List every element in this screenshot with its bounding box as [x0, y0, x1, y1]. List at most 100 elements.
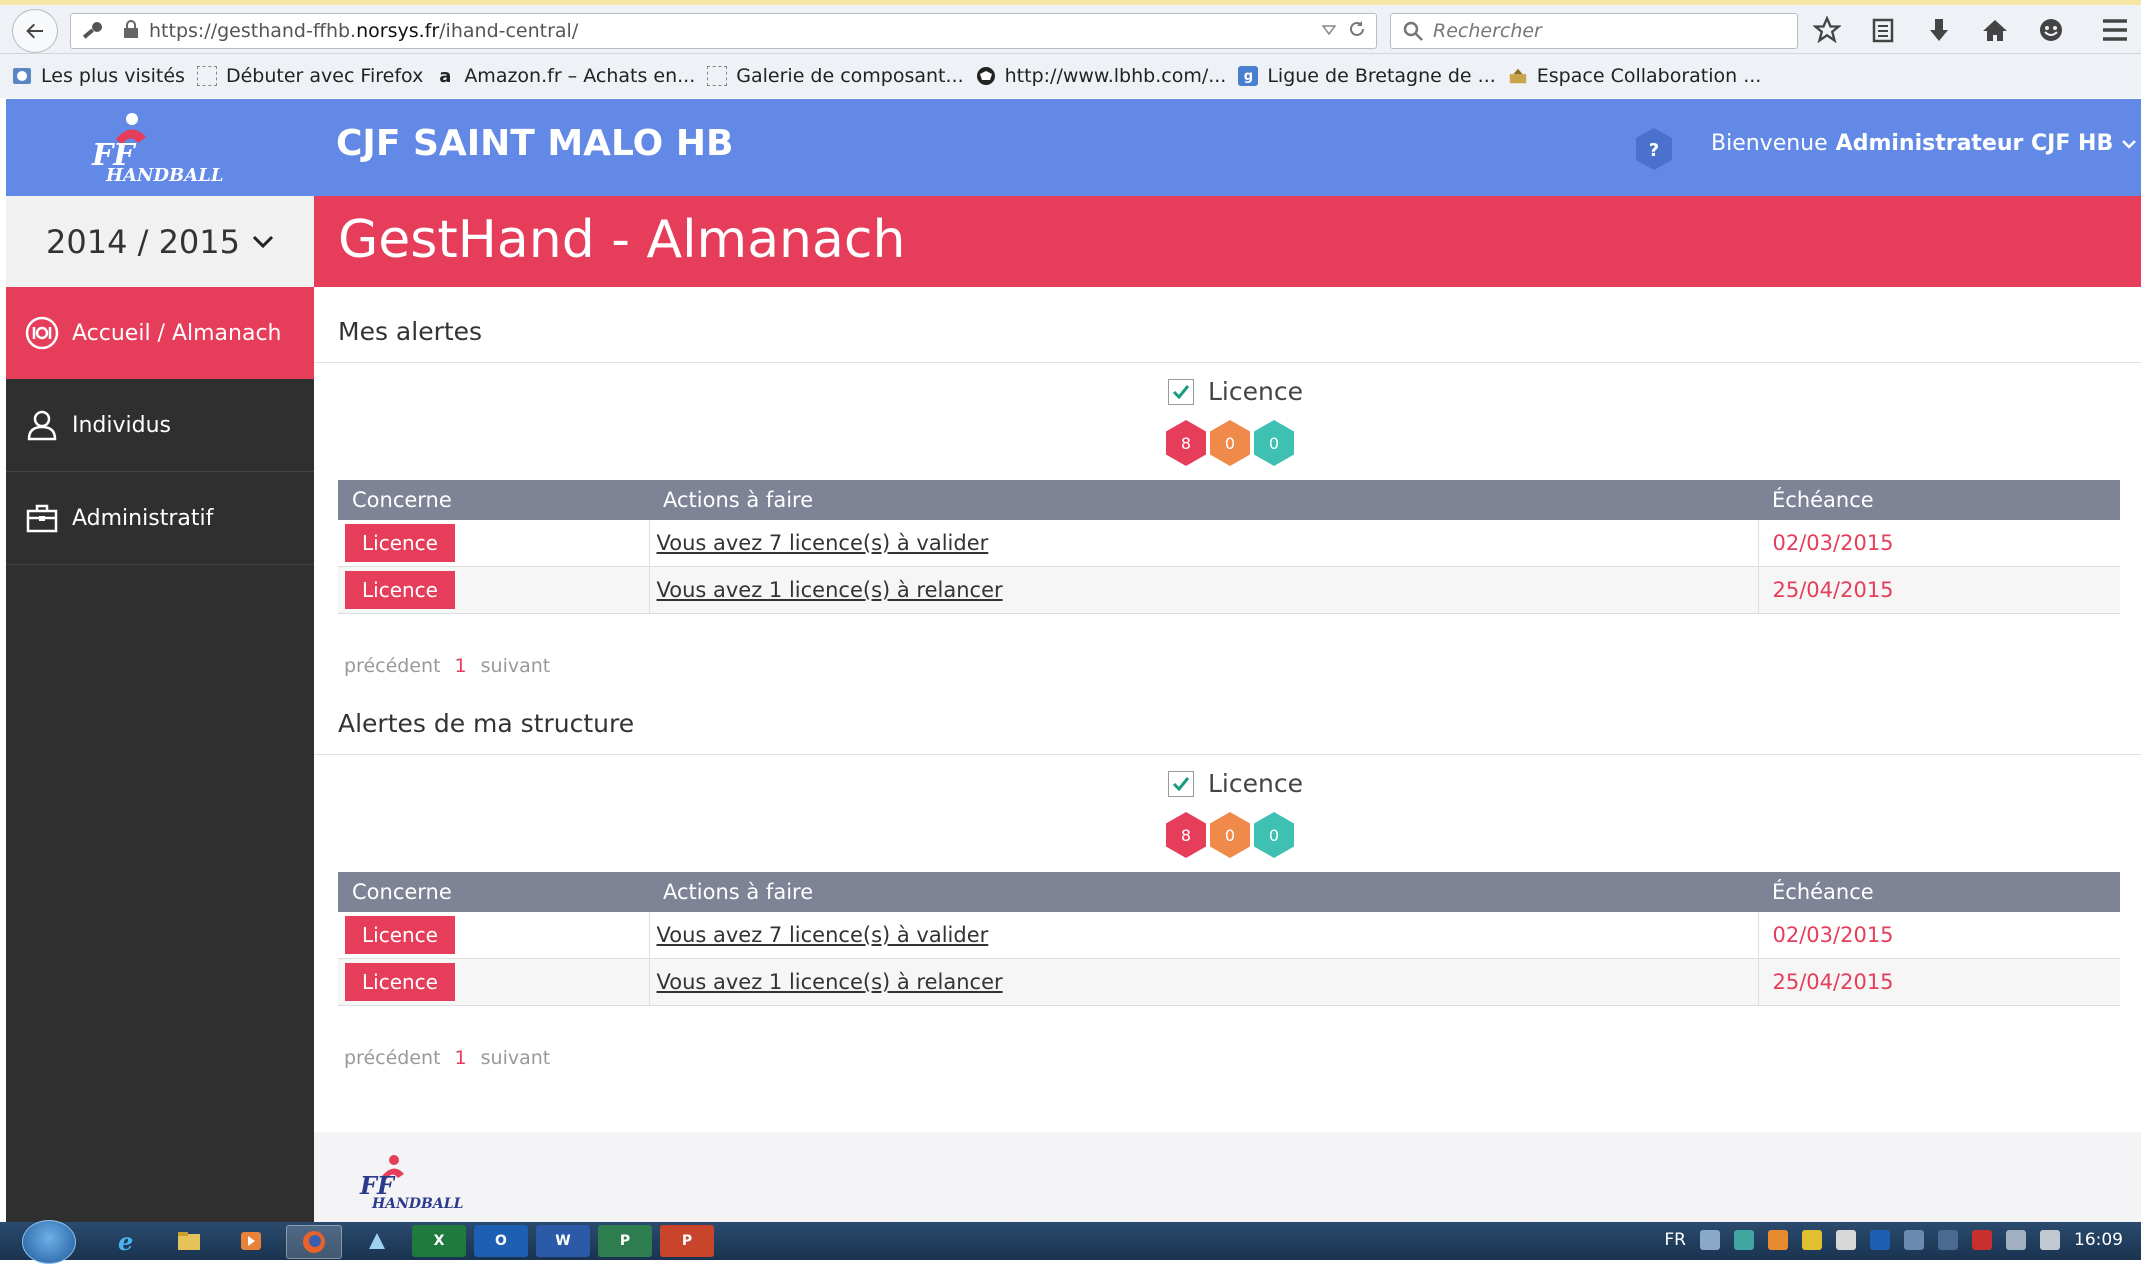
- word-icon[interactable]: W: [536, 1225, 590, 1257]
- season-selector[interactable]: 2014 / 2015: [6, 196, 314, 287]
- bookmark-label: Les plus visités: [41, 65, 185, 87]
- sidebar-item-administratif[interactable]: Administratif: [6, 472, 314, 565]
- bookmark-star-icon[interactable]: [1812, 15, 1842, 45]
- tray-icon[interactable]: [1768, 1230, 1788, 1250]
- outlook-icon[interactable]: O: [474, 1225, 528, 1257]
- concerne-badge[interactable]: Licence: [345, 916, 455, 954]
- checkbox[interactable]: [1168, 378, 1194, 405]
- back-button[interactable]: [12, 9, 58, 53]
- section-title: Mes alertes: [338, 317, 483, 346]
- project-icon[interactable]: P: [598, 1225, 652, 1257]
- sidebar-item-individus[interactable]: Individus: [6, 379, 314, 472]
- counters: 8 0 0: [1166, 812, 1294, 858]
- pagination: précédent 1 suivant: [344, 1047, 550, 1069]
- pager-next[interactable]: suivant: [481, 1047, 551, 1069]
- concerne-badge[interactable]: Licence: [345, 571, 455, 609]
- start-button[interactable]: [22, 1220, 76, 1264]
- reading-list-icon[interactable]: [1868, 15, 1898, 45]
- network-icon[interactable]: [1938, 1230, 1958, 1250]
- sidebar-item-label: Accueil / Almanach: [72, 320, 282, 346]
- bookmark-item[interactable]: http://www.lbhb.com/...: [976, 65, 1226, 87]
- media-icon[interactable]: [224, 1225, 278, 1257]
- chevron-down-icon: [2122, 139, 2137, 149]
- flag-icon[interactable]: [1972, 1230, 1992, 1250]
- powerpoint-icon[interactable]: P: [660, 1225, 714, 1257]
- help-button[interactable]: ?: [1634, 127, 1674, 171]
- action-link[interactable]: Vous avez 7 licence(s) à valider: [657, 923, 989, 947]
- counter-orange[interactable]: 0: [1210, 812, 1250, 858]
- bookmark-label: Espace Collaboration ...: [1536, 65, 1762, 87]
- user-menu[interactable]: Bienvenue Administrateur CJF HB: [1711, 131, 2137, 156]
- display-icon[interactable]: [2006, 1230, 2026, 1250]
- bookmark-item[interactable]: Débuter avec Firefox: [196, 65, 423, 87]
- language-indicator[interactable]: FR: [1664, 1230, 1686, 1250]
- hello-chat-icon[interactable]: [2036, 15, 2066, 45]
- excel-icon[interactable]: X: [412, 1225, 466, 1257]
- tray-icon[interactable]: [1802, 1230, 1822, 1250]
- bookmark-item[interactable]: g Ligue de Bretagne de ...: [1238, 65, 1496, 87]
- url-bar[interactable]: https://gesthand-ffhb. norsys.fr/ihand-ce…: [70, 13, 1377, 49]
- counter-red[interactable]: 8: [1166, 420, 1206, 466]
- app-icon[interactable]: [350, 1225, 404, 1257]
- search-input[interactable]: Rechercher: [1390, 13, 1798, 49]
- bookmark-item[interactable]: Les plus visités: [12, 65, 185, 87]
- download-icon[interactable]: [1924, 15, 1954, 45]
- dropdown-history-icon[interactable]: [1321, 20, 1337, 43]
- explorer-icon[interactable]: [162, 1225, 216, 1257]
- due-date: 02/03/2015: [1757, 912, 2120, 959]
- counter-teal[interactable]: 0: [1254, 812, 1294, 858]
- pager-current[interactable]: 1: [455, 1047, 467, 1069]
- ie-icon[interactable]: e: [100, 1225, 154, 1257]
- bookmark-label: Amazon.fr – Achats en...: [464, 65, 696, 87]
- pager-prev[interactable]: précédent: [344, 1047, 441, 1069]
- due-date: 02/03/2015: [1757, 520, 2120, 567]
- column-header: Actions à faire: [649, 480, 1758, 520]
- volume-icon[interactable]: [2040, 1230, 2060, 1250]
- svg-text:HANDBALL: HANDBALL: [105, 165, 224, 186]
- key-icon[interactable]: [81, 19, 105, 48]
- column-header: Concerne: [338, 872, 649, 912]
- reload-icon[interactable]: [1348, 20, 1366, 43]
- counter-teal[interactable]: 0: [1254, 420, 1294, 466]
- ball-icon: [976, 66, 996, 86]
- action-link[interactable]: Vous avez 1 licence(s) à relancer: [657, 578, 1003, 602]
- pager-prev[interactable]: précédent: [344, 655, 441, 677]
- outlook-tray-icon[interactable]: [1870, 1230, 1890, 1250]
- counters: 8 0 0: [1166, 420, 1294, 466]
- bookmark-item[interactable]: Galerie de composant...: [707, 65, 964, 87]
- bookmark-label: Ligue de Bretagne de ...: [1267, 65, 1496, 87]
- column-header: Échéance: [1758, 480, 2120, 520]
- alerts-table: Concerne Actions à faire Échéance Licenc…: [338, 480, 2120, 614]
- briefcase-icon: [24, 500, 60, 536]
- taskbar: e X O W P P FR 16:09: [0, 1220, 2141, 1264]
- clock[interactable]: 16:09: [2074, 1230, 2123, 1250]
- licence-filter[interactable]: Licence: [1168, 377, 1303, 406]
- section-title: Alertes de ma structure: [338, 709, 635, 738]
- action-link[interactable]: Vous avez 1 licence(s) à relancer: [657, 970, 1003, 994]
- tray-icon[interactable]: [1700, 1230, 1720, 1250]
- check-icon: [1172, 776, 1190, 791]
- action-link[interactable]: Vous avez 7 licence(s) à valider: [657, 531, 989, 555]
- app-header: FF HANDBALL CJF SAINT MALO HB ? Bienvenu…: [6, 99, 2141, 196]
- pager-next[interactable]: suivant: [481, 655, 551, 677]
- svg-text:e: e: [118, 1228, 133, 1254]
- mail-icon[interactable]: [1836, 1230, 1856, 1250]
- concerne-badge[interactable]: Licence: [345, 524, 455, 562]
- sidebar: 2014 / 2015 Accueil / Almanach Individus…: [6, 196, 314, 1222]
- pager-current[interactable]: 1: [455, 655, 467, 677]
- ffhb-logo[interactable]: FF HANDBALL: [86, 109, 226, 191]
- tray-icon[interactable]: [1734, 1230, 1754, 1250]
- firefox-icon[interactable]: [286, 1225, 342, 1259]
- home-icon[interactable]: [1980, 15, 2010, 45]
- counter-orange[interactable]: 0: [1210, 420, 1250, 466]
- due-date: 25/04/2015: [1757, 958, 2120, 1006]
- counter-red[interactable]: 8: [1166, 812, 1206, 858]
- concerne-badge[interactable]: Licence: [345, 963, 455, 1001]
- bookmark-item[interactable]: a Amazon.fr – Achats en...: [435, 65, 695, 87]
- checkbox[interactable]: [1168, 770, 1194, 797]
- menu-hamburger-icon[interactable]: [2101, 17, 2129, 47]
- licence-filter[interactable]: Licence: [1168, 769, 1303, 798]
- bookmark-item[interactable]: Espace Collaboration ...: [1508, 65, 1762, 87]
- shield-icon[interactable]: [1904, 1230, 1924, 1250]
- sidebar-item-accueil[interactable]: Accueil / Almanach: [6, 287, 314, 379]
